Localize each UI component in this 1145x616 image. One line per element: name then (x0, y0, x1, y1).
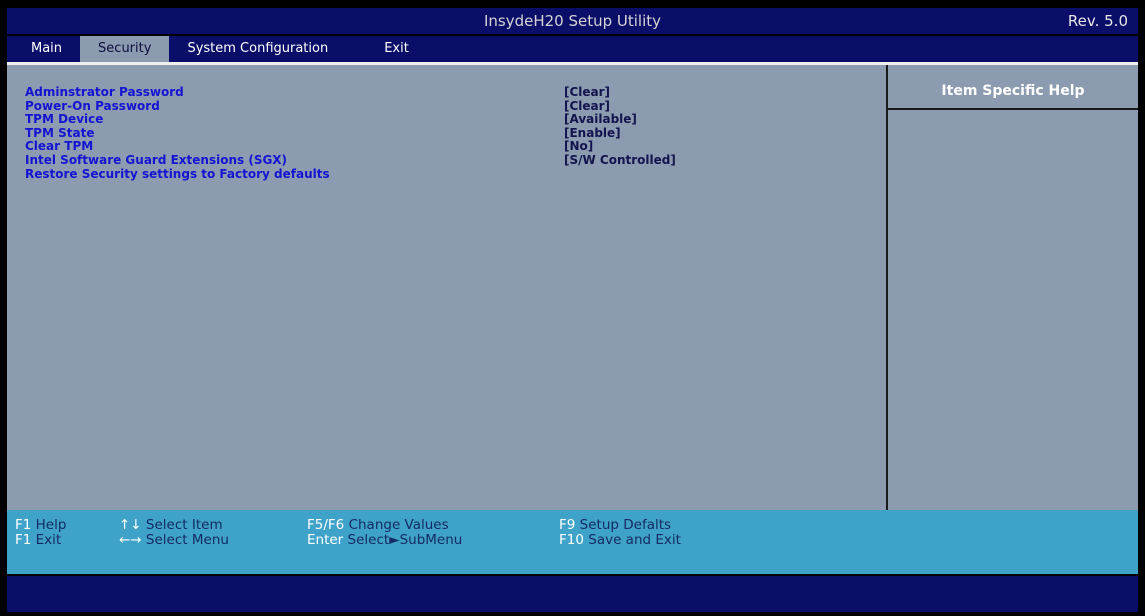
bios-window: InsydeH20 Setup Utility Rev. 5.0 Main Se… (7, 8, 1138, 612)
setting-label: Clear TPM (25, 139, 94, 154)
setting-label: Adminstrator Password (25, 85, 184, 99)
setting-label: Power-On Password (25, 98, 160, 113)
hint-row-2: F1 Exit ←→ Select Menu Enter Select►SubM… (7, 532, 1138, 548)
hint-select-submenu: Enter Select►SubMenu (307, 532, 463, 548)
hint-exit: F1 Exit (15, 532, 62, 548)
utility-title: InsydeH20 Setup Utility (483, 12, 662, 30)
title-bar: InsydeH20 Setup Utility Rev. 5.0 (7, 8, 1138, 34)
setting-intel-sgx[interactable]: Intel Software Guard Extensions (SGX) [S… (25, 152, 886, 168)
hotkey-hint-bar: F1 Help ↑↓ Select Item F5/F6 Change Valu… (7, 510, 1138, 574)
f1-key-label: F1 (15, 532, 32, 548)
setting-label: TPM State (25, 125, 95, 140)
f9-key-label: F9 (559, 517, 576, 533)
setting-label: Intel Software Guard Extensions (SGX) (25, 152, 288, 167)
settings-list: Adminstrator Password [Clear] Power-On P… (7, 65, 886, 510)
setting-value: [Enable] (564, 125, 621, 140)
setting-label: Restore Security settings to Factory def… (25, 166, 330, 181)
hint-select-menu: ←→ Select Menu (119, 532, 229, 548)
enter-key-label: Enter (307, 532, 344, 548)
f5-f6-key-label: F5/F6 (307, 517, 345, 533)
hint-row-1: F1 Help ↑↓ Select Item F5/F6 Change Valu… (7, 517, 1138, 533)
setting-administrator-password[interactable]: Adminstrator Password [Clear] (25, 85, 886, 100)
setting-value: [S/W Controlled] (564, 152, 676, 167)
left-right-arrows-icon: ←→ (119, 532, 142, 548)
menu-tab-bar: Main Security System Configuration Exit (7, 36, 1138, 62)
bottom-navy-strip (7, 576, 1138, 612)
tab-main[interactable]: Main (13, 36, 80, 62)
setting-value: [Clear] (564, 98, 611, 113)
tab-security[interactable]: Security (80, 36, 170, 62)
setting-tpm-device[interactable]: TPM Device [Available] (25, 113, 886, 127)
setting-label: TPM Device (25, 112, 104, 127)
up-down-arrows-icon: ↑↓ (119, 517, 142, 533)
hint-save-and-exit: F10 Save and Exit (559, 532, 681, 548)
hint-change-values: F5/F6 Change Values (307, 517, 449, 533)
setting-value: [Available] (564, 112, 637, 127)
hint-setup-defaults: F9 Setup Defalts (559, 517, 672, 533)
setting-value: [No] (564, 139, 594, 154)
revision-label: Rev. 5.0 (1067, 12, 1128, 30)
hint-select-item: ↑↓ Select Item (119, 517, 223, 533)
setting-tpm-state[interactable]: TPM State [Enable] (25, 125, 886, 141)
setting-value: [Clear] (564, 85, 611, 99)
content-area: Adminstrator Password [Clear] Power-On P… (7, 65, 1138, 510)
setting-power-on-password[interactable]: Power-On Password [Clear] (25, 98, 886, 114)
tab-exit[interactable]: Exit (366, 36, 427, 62)
f10-key-label: F10 (559, 532, 584, 548)
item-specific-help-panel: Item Specific Help (888, 65, 1138, 510)
help-panel-title: Item Specific Help (888, 83, 1138, 110)
tab-system-configuration[interactable]: System Configuration (169, 36, 346, 62)
setting-restore-security-defaults[interactable]: Restore Security settings to Factory def… (25, 166, 886, 182)
setting-clear-tpm[interactable]: Clear TPM [No] (25, 140, 886, 154)
f1-key-label: F1 (15, 517, 32, 533)
hint-help: F1 Help (15, 517, 67, 533)
